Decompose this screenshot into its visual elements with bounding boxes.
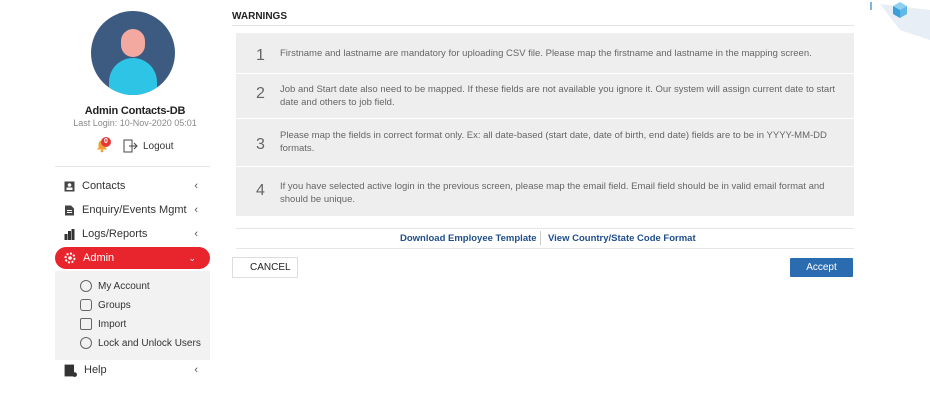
sidebar-item-help[interactable]: Help ‹ bbox=[64, 360, 210, 380]
sidebar-item-logs[interactable]: Logs/Reports ‹ bbox=[64, 224, 210, 244]
sidebar-item-label: Enquiry/Events Mgmt bbox=[82, 204, 187, 216]
last-login: Last Login: 10-Nov-2020 05:01 bbox=[73, 118, 197, 128]
submenu-item-label: Import bbox=[98, 318, 127, 330]
warning-divider bbox=[236, 118, 854, 119]
warning-divider bbox=[236, 73, 854, 74]
download-template-link[interactable]: Download Employee Template bbox=[400, 233, 537, 244]
avatar-head bbox=[121, 29, 145, 57]
title-divider bbox=[232, 25, 854, 26]
links-divider-bottom bbox=[236, 248, 854, 249]
warning-text: Firstname and lastname are mandatory for… bbox=[280, 48, 812, 59]
chevron-left-icon: ‹ bbox=[194, 204, 198, 216]
logout-label: Logout bbox=[143, 140, 174, 152]
contacts-icon bbox=[64, 181, 75, 191]
sidebar-item-admin[interactable]: Admin ⌄ bbox=[55, 247, 210, 269]
sidebar-item-enquiry[interactable]: Enquiry/Events Mgmt ‹ bbox=[64, 200, 210, 220]
warning-number: 2 bbox=[256, 85, 265, 102]
import-icon bbox=[80, 318, 92, 330]
avatar[interactable] bbox=[91, 11, 175, 95]
warning-text: If you have selected active login in the… bbox=[280, 181, 825, 205]
sidebar-item-label: Help bbox=[84, 364, 107, 376]
help-icon bbox=[64, 364, 77, 377]
chevron-left-icon: ‹ bbox=[194, 364, 198, 376]
chevron-left-icon: ‹ bbox=[194, 228, 198, 240]
avatar-body bbox=[109, 58, 157, 95]
lock-user-icon bbox=[80, 337, 92, 349]
logout-button[interactable]: Logout bbox=[123, 138, 174, 154]
document-icon bbox=[65, 205, 74, 215]
submenu-item-label: Lock and Unlock Users bbox=[98, 337, 201, 349]
submenu-item-groups[interactable]: Groups bbox=[80, 297, 131, 313]
sidebar: Admin Contacts-DB Last Login: 10-Nov-202… bbox=[0, 0, 222, 400]
submenu-item-label: Groups bbox=[98, 299, 131, 311]
warning-divider bbox=[236, 166, 854, 167]
warnings-title: WARNINGS bbox=[232, 11, 287, 22]
warning-number: 4 bbox=[256, 182, 265, 199]
submenu-item-lock-unlock[interactable]: Lock and Unlock Users bbox=[80, 335, 201, 351]
warning-number: 3 bbox=[256, 136, 265, 153]
warning-number: 1 bbox=[256, 47, 265, 64]
brand-logo-icon bbox=[870, 2, 930, 40]
warning-text: Please map the fields in correct format … bbox=[280, 130, 827, 154]
bar-chart-icon bbox=[64, 228, 75, 240]
cancel-button[interactable]: CANCEL bbox=[232, 257, 298, 278]
chevron-down-icon: ⌄ bbox=[188, 252, 196, 263]
user-circle-icon bbox=[80, 280, 92, 292]
sidebar-item-label: Contacts bbox=[82, 180, 126, 192]
accept-button[interactable]: Accept bbox=[790, 258, 853, 277]
link-separator bbox=[540, 231, 541, 245]
sidebar-item-label: Admin bbox=[83, 252, 115, 264]
submenu-item-import[interactable]: Import bbox=[80, 316, 126, 332]
view-codes-link[interactable]: View Country/State Code Format bbox=[548, 233, 696, 244]
warning-text: Job and Start date also need to be mappe… bbox=[280, 84, 836, 108]
user-name: Admin Contacts-DB bbox=[84, 105, 186, 117]
sidebar-item-contacts[interactable]: Contacts ‹ bbox=[64, 176, 210, 196]
groups-icon bbox=[80, 299, 92, 311]
sidebar-divider bbox=[55, 166, 210, 167]
gear-icon bbox=[64, 252, 76, 264]
sidebar-item-label: Logs/Reports bbox=[82, 228, 148, 240]
links-divider-top bbox=[236, 228, 854, 229]
notification-badge: 0 bbox=[101, 137, 111, 147]
submenu-item-label: My Account bbox=[98, 280, 150, 292]
logout-icon bbox=[123, 139, 138, 153]
chevron-left-icon: ‹ bbox=[194, 180, 198, 192]
submenu-item-my-account[interactable]: My Account bbox=[80, 278, 150, 294]
